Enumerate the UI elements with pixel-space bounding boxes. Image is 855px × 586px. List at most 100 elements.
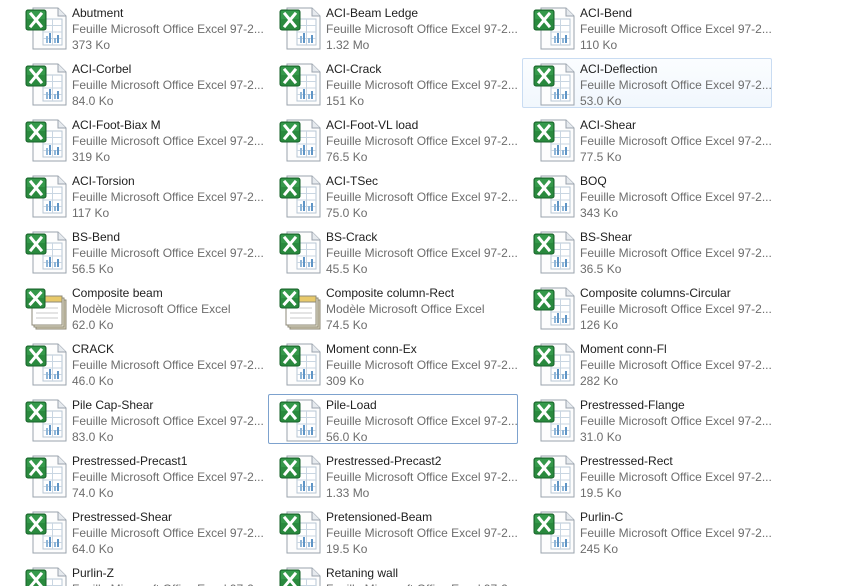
excel-workbook-icon: [24, 566, 68, 586]
file-size: 62.0 Ko: [72, 318, 114, 332]
file-size: 126 Ko: [580, 318, 619, 332]
file-type: Feuille Microsoft Office Excel 97-2...: [72, 526, 264, 540]
file-tile[interactable]: CRACK Feuille Microsoft Office Excel 97-…: [18, 338, 266, 388]
excel-workbook-icon: [24, 454, 68, 498]
file-name: ACI-TSec: [326, 174, 379, 188]
file-name: ACI-Foot-VL load: [326, 118, 419, 132]
file-type: Feuille Microsoft Office Excel 97-2...: [580, 22, 772, 36]
file-tile[interactable]: ACI-Corbel Feuille Microsoft Office Exce…: [18, 58, 266, 108]
file-size: 151 Ko: [326, 94, 365, 108]
file-tile[interactable]: Pile Cap-Shear Feuille Microsoft Office …: [18, 394, 266, 444]
file-tile[interactable]: Retaning wall Feuille Microsoft Office E…: [272, 562, 520, 586]
file-size: 19.5 Ko: [580, 486, 622, 500]
file-size: 56.5 Ko: [72, 262, 114, 276]
file-tile[interactable]: Composite column-Rect Modèle Microsoft O…: [272, 282, 520, 332]
excel-workbook-icon: [278, 118, 322, 162]
file-name: ACI-Crack: [326, 62, 382, 76]
file-name: ACI-Beam Ledge: [326, 6, 419, 20]
file-tile[interactable]: BS-Bend Feuille Microsoft Office Excel 9…: [18, 226, 266, 276]
file-name: Pretensioned-Beam: [326, 510, 433, 524]
file-size: 245 Ko: [580, 542, 619, 556]
file-type: Feuille Microsoft Office Excel 97-2...: [580, 358, 772, 372]
file-tile[interactable]: Moment conn-Fl Feuille Microsoft Office …: [526, 338, 774, 388]
file-size: 31.0 Ko: [580, 430, 622, 444]
file-tile[interactable]: Pretensioned-Beam Feuille Microsoft Offi…: [272, 506, 520, 556]
file-tile[interactable]: ACI-Deflection Feuille Microsoft Office …: [522, 58, 772, 108]
excel-workbook-icon: [24, 118, 68, 162]
file-type: Feuille Microsoft Office Excel 97-2...: [72, 190, 264, 204]
file-size: 36.5 Ko: [580, 262, 622, 276]
file-tile[interactable]: ACI-Foot-Biax M Feuille Microsoft Office…: [18, 114, 266, 164]
file-size: 83.0 Ko: [72, 430, 114, 444]
excel-workbook-icon: [278, 510, 322, 554]
file-tile[interactable]: Prestressed-Shear Feuille Microsoft Offi…: [18, 506, 266, 556]
file-tile[interactable]: Pile-Load Feuille Microsoft Office Excel…: [268, 394, 518, 444]
file-type: Feuille Microsoft Office Excel 97-2...: [580, 246, 772, 260]
file-tile[interactable]: Composite columns-Circular Feuille Micro…: [526, 282, 774, 332]
file-tile[interactable]: BS-Crack Feuille Microsoft Office Excel …: [272, 226, 520, 276]
file-size: 1.32 Mo: [326, 38, 370, 52]
file-name: ACI-Bend: [580, 6, 633, 20]
file-tile[interactable]: BS-Shear Feuille Microsoft Office Excel …: [526, 226, 774, 276]
excel-workbook-icon: [532, 174, 576, 218]
file-name: CRACK: [72, 342, 115, 356]
file-size: 75.0 Ko: [326, 206, 368, 220]
file-name: Composite columns-Circular: [580, 286, 731, 300]
file-name: BOQ: [580, 174, 607, 188]
file-tile[interactable]: Purlin-Z Feuille Microsoft Office Excel …: [18, 562, 266, 586]
file-name: ACI-Deflection: [580, 62, 658, 76]
file-size: 319 Ko: [72, 150, 111, 164]
excel-template-icon: [278, 286, 322, 330]
file-tile[interactable]: ACI-Crack Feuille Microsoft Office Excel…: [272, 58, 520, 108]
file-size: 117 Ko: [72, 206, 110, 220]
file-name: ACI-Corbel: [72, 62, 132, 76]
file-size: 76.5 Ko: [326, 150, 368, 164]
file-type: Feuille Microsoft Office Excel 97-2...: [326, 190, 518, 204]
file-type: Feuille Microsoft Office Excel 97-2...: [580, 526, 772, 540]
file-tile[interactable]: Abutment Feuille Microsoft Office Excel …: [18, 2, 266, 52]
file-size: 84.0 Ko: [72, 94, 114, 108]
file-name: Retaning wall: [326, 566, 399, 580]
file-name: Prestressed-Flange: [580, 398, 685, 412]
file-tile[interactable]: ACI-Bend Feuille Microsoft Office Excel …: [526, 2, 774, 52]
file-type: Feuille Microsoft Office Excel 97-2...: [326, 526, 518, 540]
file-type: Feuille Microsoft Office Excel 97-2...: [326, 358, 518, 372]
file-type: Feuille Microsoft Office Excel 97-2...: [326, 22, 518, 36]
file-tile[interactable]: BOQ Feuille Microsoft Office Excel 97-2.…: [526, 170, 774, 220]
file-tile[interactable]: Moment conn-Ex Feuille Microsoft Office …: [272, 338, 520, 388]
file-type: Feuille Microsoft Office Excel 97-2...: [326, 134, 518, 148]
file-size: 46.0 Ko: [72, 374, 114, 388]
file-name: Prestressed-Precast2: [326, 454, 442, 468]
file-name: Prestressed-Rect: [580, 454, 673, 468]
file-tile[interactable]: Prestressed-Precast1 Feuille Microsoft O…: [18, 450, 266, 500]
file-tile[interactable]: Prestressed-Rect Feuille Microsoft Offic…: [526, 450, 774, 500]
file-tile[interactable]: ACI-Shear Feuille Microsoft Office Excel…: [526, 114, 774, 164]
file-name: Composite beam: [72, 286, 163, 300]
file-name: Prestressed-Precast1: [72, 454, 188, 468]
file-size: 56.0 Ko: [326, 430, 368, 444]
file-tile[interactable]: ACI-Beam Ledge Feuille Microsoft Office …: [272, 2, 520, 52]
excel-workbook-icon: [532, 118, 576, 162]
excel-workbook-icon: [278, 454, 322, 498]
file-tile[interactable]: Purlin-C Feuille Microsoft Office Excel …: [526, 506, 774, 556]
file-tile[interactable]: ACI-TSec Feuille Microsoft Office Excel …: [272, 170, 520, 220]
file-size: 74.0 Ko: [72, 486, 114, 500]
file-type: Feuille Microsoft Office Excel 97-2...: [72, 246, 264, 260]
file-type: Modèle Microsoft Office Excel: [326, 302, 485, 316]
excel-workbook-icon: [532, 398, 576, 442]
file-tile[interactable]: ACI-Foot-VL load Feuille Microsoft Offic…: [272, 114, 520, 164]
file-size: 110 Ko: [580, 38, 618, 52]
file-size: 74.5 Ko: [326, 318, 368, 332]
file-name: Prestressed-Shear: [72, 510, 173, 524]
excel-workbook-icon: [24, 342, 68, 386]
file-tile[interactable]: Prestressed-Flange Feuille Microsoft Off…: [526, 394, 774, 444]
file-name: Pile Cap-Shear: [72, 398, 154, 412]
file-size: 343 Ko: [580, 206, 619, 220]
file-tile[interactable]: Composite beam Modèle Microsoft Office E…: [18, 282, 266, 332]
excel-workbook-icon: [278, 230, 322, 274]
file-type: Feuille Microsoft Office Excel 97-2...: [580, 414, 772, 428]
excel-workbook-icon: [278, 6, 322, 50]
file-tile[interactable]: ACI-Torsion Feuille Microsoft Office Exc…: [18, 170, 266, 220]
file-tile[interactable]: Prestressed-Precast2 Feuille Microsoft O…: [272, 450, 520, 500]
file-tile-view: Abutment Feuille Microsoft Office Excel …: [0, 0, 855, 586]
